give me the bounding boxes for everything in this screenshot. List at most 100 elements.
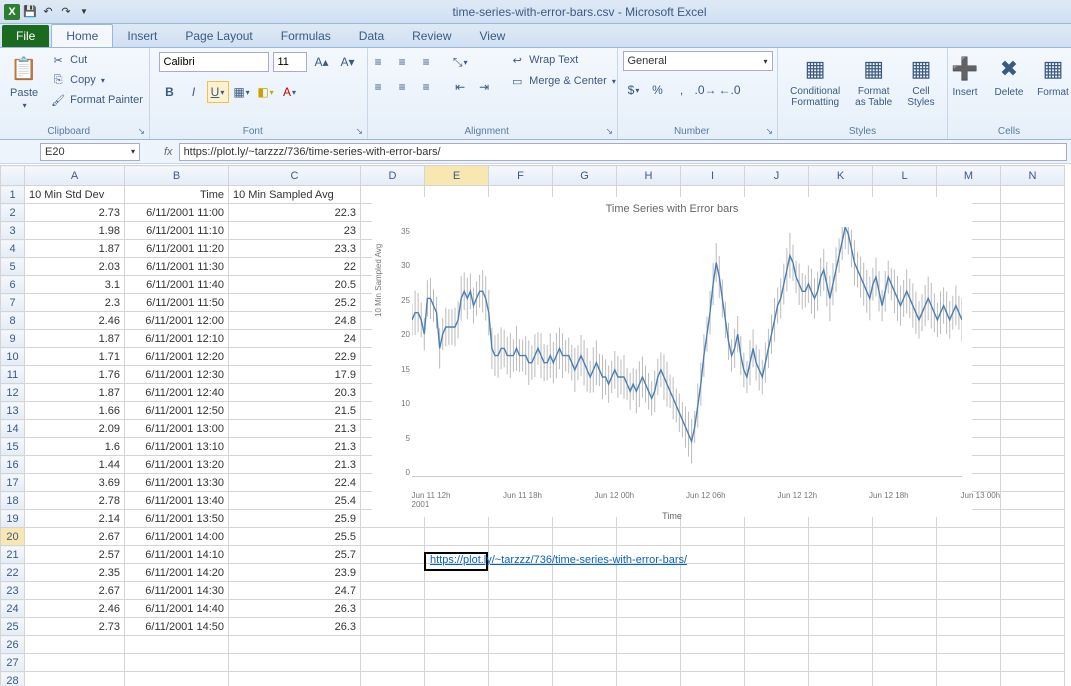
cell-C18[interactable]: 25.4 xyxy=(229,492,361,510)
cell-N24[interactable] xyxy=(1001,600,1065,618)
cell-N28[interactable] xyxy=(1001,672,1065,686)
redo-icon[interactable]: ↷ xyxy=(58,4,74,20)
row-header-18[interactable]: 18 xyxy=(1,492,25,510)
cell-L25[interactable] xyxy=(873,618,937,636)
cell-A22[interactable]: 2.35 xyxy=(25,564,125,582)
cell-G27[interactable] xyxy=(553,654,617,672)
cell-M23[interactable] xyxy=(937,582,1001,600)
insert-cells-button[interactable]: ➕Insert xyxy=(945,51,985,100)
tab-file[interactable]: File xyxy=(2,25,49,47)
cell-N22[interactable] xyxy=(1001,564,1065,582)
cell-K23[interactable] xyxy=(809,582,873,600)
cell-D20[interactable] xyxy=(361,528,425,546)
cell-A28[interactable] xyxy=(25,672,125,686)
cell-C16[interactable]: 21.3 xyxy=(229,456,361,474)
cell-A9[interactable]: 1.87 xyxy=(25,330,125,348)
bold-button[interactable]: B xyxy=(159,81,181,103)
cell-A3[interactable]: 1.98 xyxy=(25,222,125,240)
row-header-5[interactable]: 5 xyxy=(1,258,25,276)
cell-K22[interactable] xyxy=(809,564,873,582)
cell-N12[interactable] xyxy=(1001,384,1065,402)
cell-N15[interactable] xyxy=(1001,438,1065,456)
clipboard-dialog-icon[interactable]: ↘ xyxy=(137,126,145,137)
cell-J20[interactable] xyxy=(745,528,809,546)
cell-D23[interactable] xyxy=(361,582,425,600)
cell-E24[interactable] xyxy=(425,600,489,618)
cell-A21[interactable]: 2.57 xyxy=(25,546,125,564)
row-header-10[interactable]: 10 xyxy=(1,348,25,366)
number-dialog-icon[interactable]: ↘ xyxy=(765,126,773,137)
row-header-4[interactable]: 4 xyxy=(1,240,25,258)
cell-N25[interactable] xyxy=(1001,618,1065,636)
tab-insert[interactable]: Insert xyxy=(113,25,171,47)
cell-B17[interactable]: 6/11/2001 13:30 xyxy=(125,474,229,492)
col-header-K[interactable]: K xyxy=(809,166,873,186)
row-header-23[interactable]: 23 xyxy=(1,582,25,600)
cell-C12[interactable]: 20.3 xyxy=(229,384,361,402)
cell-M25[interactable] xyxy=(937,618,1001,636)
cell-C25[interactable]: 26.3 xyxy=(229,618,361,636)
cell-N18[interactable] xyxy=(1001,492,1065,510)
cell-A5[interactable]: 2.03 xyxy=(25,258,125,276)
cell-G20[interactable] xyxy=(553,528,617,546)
cell-L26[interactable] xyxy=(873,636,937,654)
cell-C19[interactable]: 25.9 xyxy=(229,510,361,528)
row-header-12[interactable]: 12 xyxy=(1,384,25,402)
cell-K27[interactable] xyxy=(809,654,873,672)
align-center-icon[interactable]: ≡ xyxy=(391,76,413,98)
increase-indent-icon[interactable]: ⇥ xyxy=(473,76,495,98)
cell-N7[interactable] xyxy=(1001,294,1065,312)
cell-N8[interactable] xyxy=(1001,312,1065,330)
align-bottom-icon[interactable]: ≡ xyxy=(415,51,437,73)
cell-B13[interactable]: 6/11/2001 12:50 xyxy=(125,402,229,420)
cell-E25[interactable] xyxy=(425,618,489,636)
row-header-27[interactable]: 27 xyxy=(1,654,25,672)
cell-B12[interactable]: 6/11/2001 12:40 xyxy=(125,384,229,402)
cell-B6[interactable]: 6/11/2001 11:40 xyxy=(125,276,229,294)
tab-data[interactable]: Data xyxy=(345,25,398,47)
decrease-font-icon[interactable]: A▾ xyxy=(337,51,359,73)
cell-M24[interactable] xyxy=(937,600,1001,618)
delete-cells-button[interactable]: ✖Delete xyxy=(989,51,1029,100)
undo-icon[interactable]: ↶ xyxy=(40,4,56,20)
cell-A14[interactable]: 2.09 xyxy=(25,420,125,438)
cell-E22[interactable] xyxy=(425,564,489,582)
accounting-format-icon[interactable]: $▾ xyxy=(623,79,645,101)
row-header-16[interactable]: 16 xyxy=(1,456,25,474)
cell-B10[interactable]: 6/11/2001 12:20 xyxy=(125,348,229,366)
cell-B16[interactable]: 6/11/2001 13:20 xyxy=(125,456,229,474)
cell-B20[interactable]: 6/11/2001 14:00 xyxy=(125,528,229,546)
cell-C28[interactable] xyxy=(229,672,361,686)
cell-D22[interactable] xyxy=(361,564,425,582)
cell-B9[interactable]: 6/11/2001 12:10 xyxy=(125,330,229,348)
cell-C24[interactable]: 26.3 xyxy=(229,600,361,618)
font-size-combo[interactable] xyxy=(273,52,307,72)
align-top-icon[interactable]: ≡ xyxy=(367,51,389,73)
cell-A15[interactable]: 1.6 xyxy=(25,438,125,456)
cell-A26[interactable] xyxy=(25,636,125,654)
row-header-28[interactable]: 28 xyxy=(1,672,25,686)
cell-A27[interactable] xyxy=(25,654,125,672)
font-dialog-icon[interactable]: ↘ xyxy=(355,126,363,137)
cell-C4[interactable]: 23.3 xyxy=(229,240,361,258)
col-header-L[interactable]: L xyxy=(873,166,937,186)
decrease-decimal-icon[interactable]: ←.0 xyxy=(719,79,741,101)
format-as-table-button[interactable]: ▦Format as Table xyxy=(850,51,897,110)
cell-B1[interactable]: Time xyxy=(125,186,229,204)
cell-F28[interactable] xyxy=(489,672,553,686)
col-header-J[interactable]: J xyxy=(745,166,809,186)
tab-page-layout[interactable]: Page Layout xyxy=(171,25,266,47)
cell-K28[interactable] xyxy=(809,672,873,686)
cell-D28[interactable] xyxy=(361,672,425,686)
col-header-A[interactable]: A xyxy=(25,166,125,186)
cell-B21[interactable]: 6/11/2001 14:10 xyxy=(125,546,229,564)
merge-center-button[interactable]: ▭Merge & Center▾ xyxy=(507,72,618,90)
cell-N1[interactable] xyxy=(1001,186,1065,204)
row-header-8[interactable]: 8 xyxy=(1,312,25,330)
row-header-1[interactable]: 1 xyxy=(1,186,25,204)
align-left-icon[interactable]: ≡ xyxy=(367,76,389,98)
cell-G26[interactable] xyxy=(553,636,617,654)
format-cells-button[interactable]: ▦Format xyxy=(1033,51,1071,100)
cell-B28[interactable] xyxy=(125,672,229,686)
col-header-F[interactable]: F xyxy=(489,166,553,186)
